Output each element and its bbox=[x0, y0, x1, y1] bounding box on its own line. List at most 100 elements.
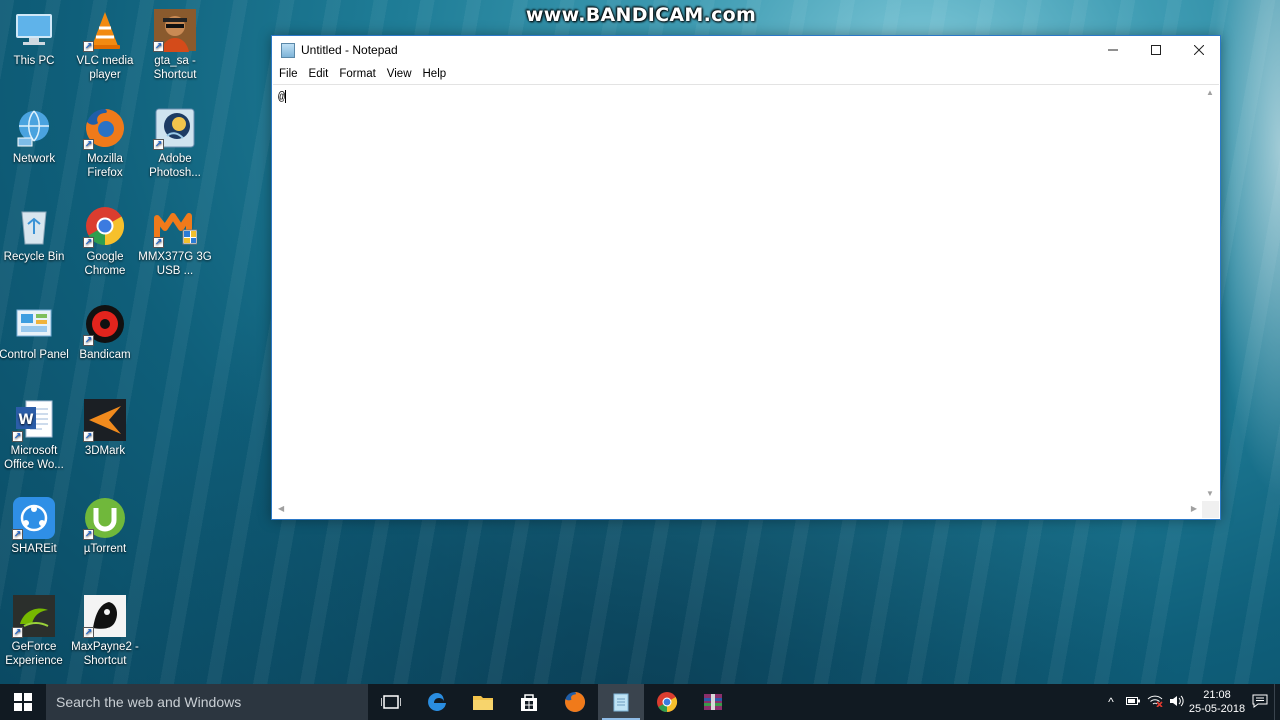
desktop-icon-geforce[interactable]: ↗ GeForce Experience bbox=[0, 594, 71, 668]
desktop-icon-label: MMX377G 3G USB ... bbox=[138, 251, 212, 277]
shortcut-arrow-icon: ↗ bbox=[83, 41, 94, 52]
editor-content: @ bbox=[278, 90, 287, 104]
firefox-icon bbox=[565, 691, 586, 712]
shortcut-arrow-icon: ↗ bbox=[153, 237, 164, 248]
desktop-icon-recycle-bin[interactable]: Recycle Bin bbox=[0, 204, 71, 264]
task-view-icon bbox=[381, 695, 401, 709]
wifi-disconnected-icon[interactable] bbox=[1144, 695, 1166, 710]
scroll-up-icon[interactable]: ▲ bbox=[1206, 88, 1214, 97]
menu-file[interactable]: File bbox=[274, 68, 304, 80]
desktop-icon-network[interactable]: Network bbox=[0, 106, 71, 166]
show-desktop-button[interactable] bbox=[1274, 684, 1280, 720]
desktop-icon-3dmark[interactable]: ↗ 3DMark bbox=[68, 398, 142, 458]
desktop-icon-label: SHAREit bbox=[11, 543, 57, 555]
desktop-icon-label: Adobe Photosh... bbox=[149, 153, 201, 179]
geforce-icon: ↗ bbox=[12, 594, 56, 638]
scroll-right-icon[interactable]: ▶ bbox=[1191, 504, 1197, 513]
maximize-icon bbox=[1150, 45, 1161, 55]
editor-text: @ bbox=[278, 90, 286, 104]
desktop-icon-maxpayne2[interactable]: ↗ MaxPayne2 - Shortcut bbox=[68, 594, 142, 668]
taskbar-app-store[interactable] bbox=[506, 684, 552, 720]
bandicam-watermark: www.BANDICAM.com bbox=[525, 4, 757, 26]
desktop-icon-label: Mozilla Firefox bbox=[87, 153, 123, 179]
minimize-icon bbox=[1107, 49, 1118, 51]
taskbar-clock[interactable]: 21:08 25-05-2018 bbox=[1188, 688, 1246, 716]
taskbar-app-notepad[interactable] bbox=[598, 684, 644, 720]
desktop-icon-control-panel[interactable]: Control Panel bbox=[0, 302, 71, 362]
maxpayne-icon: ↗ bbox=[83, 594, 127, 638]
winrar-icon bbox=[704, 694, 722, 710]
search-placeholder: Search the web and Windows bbox=[56, 694, 242, 710]
horizontal-scrollbar[interactable]: ◀ ▶ bbox=[273, 501, 1202, 518]
clock-date: 25-05-2018 bbox=[1188, 703, 1246, 715]
desktop-icon-bandicam[interactable]: ↗ Bandicam bbox=[68, 302, 142, 362]
shortcut-arrow-icon: ↗ bbox=[83, 237, 94, 248]
desktop-icon-label: This PC bbox=[13, 55, 55, 67]
taskbar-app-winrar[interactable] bbox=[690, 684, 736, 720]
desktop-icon-label: MaxPayne2 - Shortcut bbox=[71, 641, 139, 667]
text-caret bbox=[285, 90, 287, 104]
taskbar-search-box[interactable]: Search the web and Windows bbox=[46, 684, 368, 720]
menu-bar: File Edit Format View Help bbox=[272, 64, 1220, 84]
shortcut-arrow-icon: ↗ bbox=[12, 529, 23, 540]
desktop-icon-label: Bandicam bbox=[79, 349, 131, 361]
menu-edit[interactable]: Edit bbox=[304, 68, 335, 80]
close-button[interactable] bbox=[1177, 36, 1220, 64]
desktop-icon-label: Recycle Bin bbox=[3, 251, 65, 263]
svg-text:W: W bbox=[18, 412, 33, 428]
this-pc-icon bbox=[12, 8, 56, 52]
menu-format[interactable]: Format bbox=[334, 68, 381, 80]
notepad-title-bar[interactable]: Untitled - Notepad bbox=[272, 36, 1220, 64]
control-panel-icon bbox=[12, 302, 56, 346]
menu-help[interactable]: Help bbox=[418, 68, 453, 80]
volume-icon[interactable] bbox=[1166, 695, 1188, 710]
desktop-icon-gta-sa[interactable]: ↗ gta_sa - Shortcut bbox=[138, 8, 212, 82]
desktop-icon-this-pc[interactable]: This PC bbox=[0, 8, 71, 68]
close-icon bbox=[1193, 45, 1204, 55]
chrome-icon bbox=[657, 692, 678, 713]
taskbar-app-file-explorer[interactable] bbox=[460, 684, 506, 720]
start-button[interactable] bbox=[0, 684, 46, 720]
micromax-icon: ↗ bbox=[153, 204, 197, 248]
windows-logo-icon bbox=[14, 693, 32, 711]
maximize-button[interactable] bbox=[1134, 36, 1177, 64]
recycle-bin-icon bbox=[12, 204, 56, 248]
action-center-icon[interactable] bbox=[1246, 694, 1274, 711]
show-hidden-icons-chevron-icon[interactable]: ^ bbox=[1100, 695, 1122, 709]
desktop-icon-word[interactable]: W ↗ Microsoft Office Wo... bbox=[0, 398, 71, 472]
battery-icon[interactable] bbox=[1122, 695, 1144, 709]
desktop-icon-mmx377g[interactable]: ↗ MMX377G 3G USB ... bbox=[138, 204, 212, 278]
desktop-icon-utorrent[interactable]: ↗ µTorrent bbox=[68, 496, 142, 556]
task-view-button[interactable] bbox=[368, 684, 414, 720]
taskbar-app-firefox[interactable] bbox=[552, 684, 598, 720]
desktop-icon-shareit[interactable]: ↗ SHAREit bbox=[0, 496, 71, 556]
notepad-window[interactable]: Untitled - Notepad File Edit Format View… bbox=[271, 35, 1221, 520]
taskbar: Search the web and Windows ^ 21:08 25-05… bbox=[0, 684, 1280, 720]
store-icon bbox=[521, 694, 537, 711]
resize-grip[interactable] bbox=[1202, 501, 1219, 518]
menu-view[interactable]: View bbox=[382, 68, 418, 80]
clock-time: 21:08 bbox=[1203, 689, 1231, 701]
desktop-icon-firefox[interactable]: ↗ Mozilla Firefox bbox=[68, 106, 142, 180]
shortcut-arrow-icon: ↗ bbox=[83, 627, 94, 638]
desktop-icon-chrome[interactable]: ↗ Google Chrome bbox=[68, 204, 142, 278]
word-icon: W ↗ bbox=[12, 398, 56, 442]
minimize-button[interactable] bbox=[1091, 36, 1134, 64]
desktop-icon-vlc[interactable]: ↗ VLC media player bbox=[68, 8, 142, 82]
network-icon bbox=[12, 106, 56, 150]
scroll-down-icon[interactable]: ▼ bbox=[1206, 489, 1214, 498]
desktop-icon-label: Control Panel bbox=[0, 349, 69, 361]
text-editor-area[interactable]: @ ▲ ▼ ◀ ▶ bbox=[273, 84, 1219, 518]
taskbar-app-chrome[interactable] bbox=[644, 684, 690, 720]
shortcut-arrow-icon: ↗ bbox=[12, 627, 23, 638]
window-title: Untitled - Notepad bbox=[301, 43, 398, 57]
shortcut-arrow-icon: ↗ bbox=[83, 431, 94, 442]
desktop-icon-label: µTorrent bbox=[83, 543, 127, 555]
desktop-icon-label: Network bbox=[12, 153, 56, 165]
vertical-scrollbar[interactable]: ▲ ▼ bbox=[1202, 85, 1219, 501]
taskbar-app-edge[interactable] bbox=[414, 684, 460, 720]
photoshop-icon: ↗ bbox=[153, 106, 197, 150]
desktop-icon-photoshop[interactable]: ↗ Adobe Photosh... bbox=[138, 106, 212, 180]
scroll-left-icon[interactable]: ◀ bbox=[278, 504, 284, 513]
shortcut-arrow-icon: ↗ bbox=[12, 431, 23, 442]
